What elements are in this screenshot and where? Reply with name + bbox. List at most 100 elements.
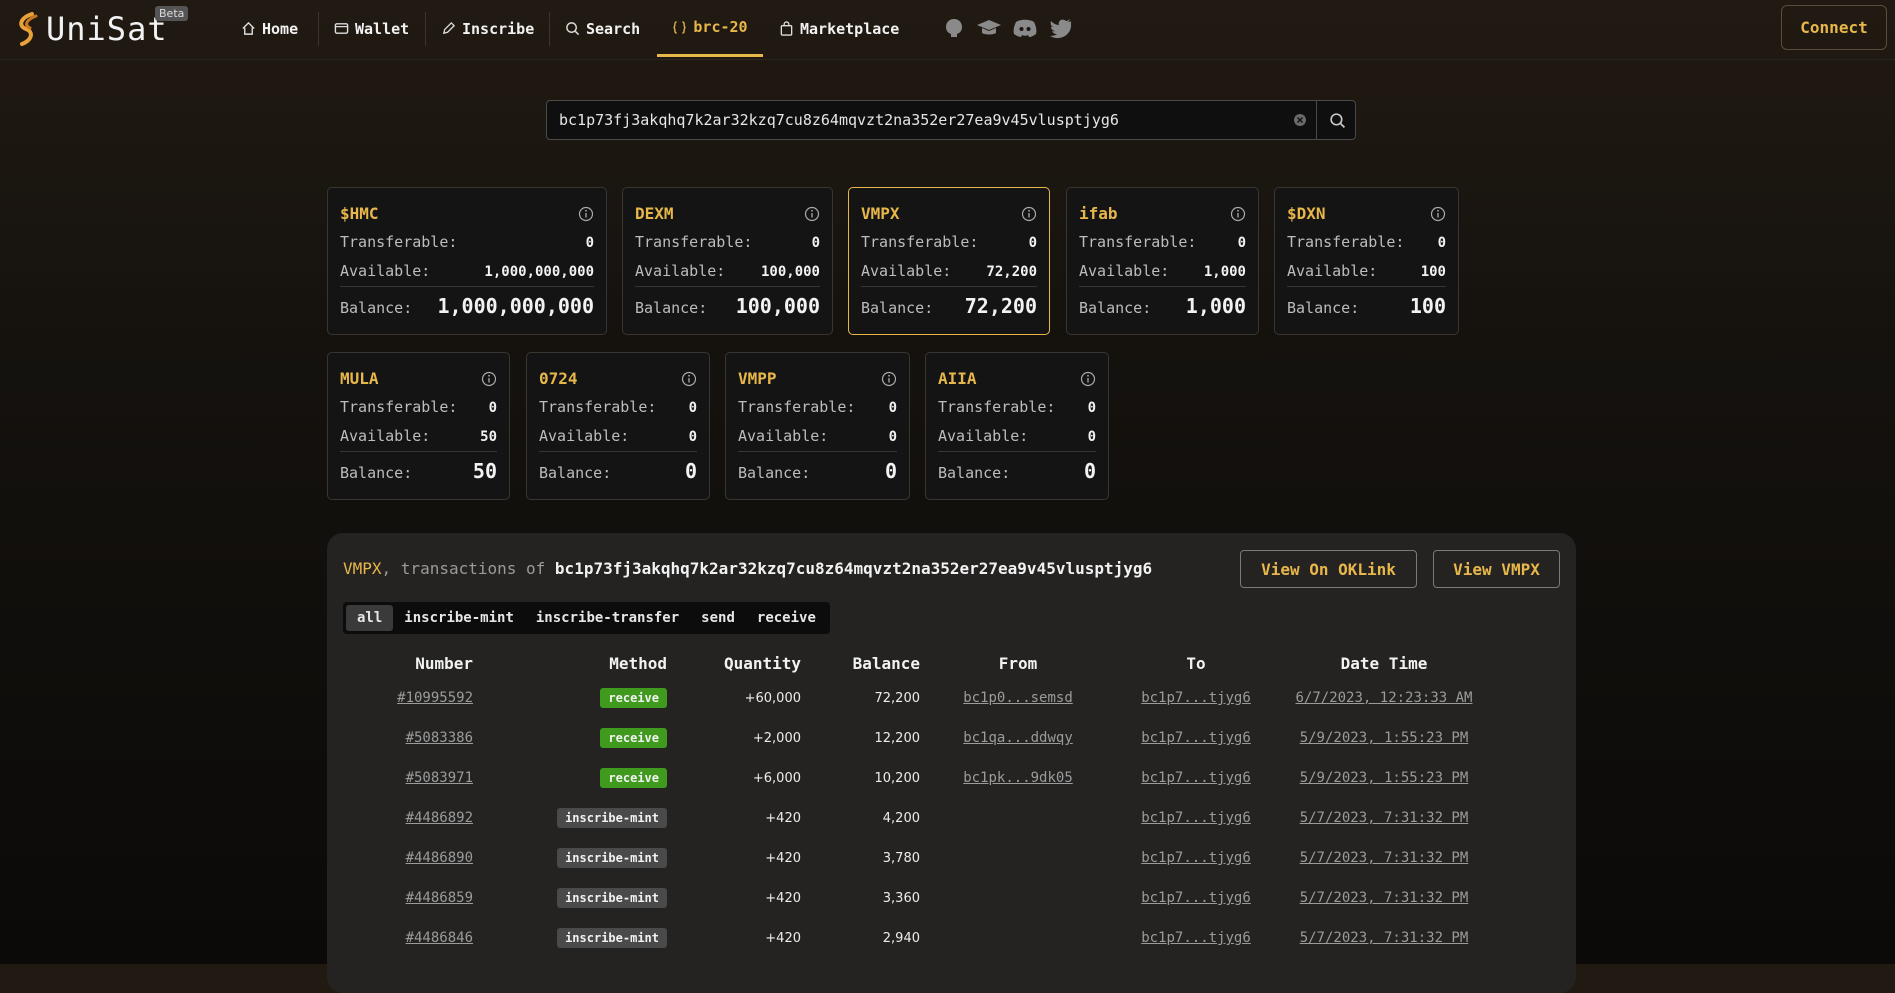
tx-from-cell[interactable] xyxy=(920,838,1116,878)
tx-number-link[interactable]: #5083971 xyxy=(406,770,473,786)
token-card[interactable]: ifab Transferable: 0 Available: 1,000 Ba… xyxy=(1066,187,1259,335)
tx-date-cell[interactable]: 5/7/2023, 7:31:32 PM xyxy=(1276,918,1492,958)
tx-date-link[interactable]: 6/7/2023, 12:23:33 AM xyxy=(1295,690,1472,706)
tx-number-cell[interactable]: #5083971 xyxy=(343,758,473,798)
tx-method-cell: inscribe-mint xyxy=(473,838,667,878)
info-icon[interactable] xyxy=(1430,206,1446,222)
tx-from-link[interactable]: bc1p0...semsd xyxy=(963,690,1073,706)
tx-date-link[interactable]: 5/9/2023, 1:55:23 PM xyxy=(1300,730,1469,746)
tx-to-cell[interactable]: bc1p7...tjyg6 xyxy=(1116,798,1276,838)
token-card[interactable]: AIIA Transferable: 0 Available: 0 Balanc… xyxy=(925,352,1109,500)
filter-inscribe-mint[interactable]: inscribe-mint xyxy=(393,605,525,631)
tx-date-link[interactable]: 5/7/2023, 7:31:32 PM xyxy=(1300,810,1469,826)
tx-date-link[interactable]: 5/7/2023, 7:31:32 PM xyxy=(1300,850,1469,866)
tx-number-link[interactable]: #5083386 xyxy=(406,730,473,746)
filter-send[interactable]: send xyxy=(690,605,746,631)
info-icon[interactable] xyxy=(481,371,497,387)
tx-to-link[interactable]: bc1p7...tjyg6 xyxy=(1141,930,1251,946)
tx-number-cell[interactable]: #10995592 xyxy=(343,678,473,718)
view-token-button[interactable]: View VMPX xyxy=(1433,550,1560,588)
github-icon[interactable] xyxy=(942,16,966,40)
tx-date-cell[interactable]: 5/7/2023, 7:31:32 PM xyxy=(1276,878,1492,918)
tx-number-link[interactable]: #4486859 xyxy=(406,890,473,906)
nav-home[interactable]: Home xyxy=(241,0,298,57)
search-submit-button[interactable] xyxy=(1316,100,1357,140)
tx-date-cell[interactable]: 5/9/2023, 1:55:23 PM xyxy=(1276,718,1492,758)
tx-to-cell[interactable]: bc1p7...tjyg6 xyxy=(1116,758,1276,798)
tx-to-cell[interactable]: bc1p7...tjyg6 xyxy=(1116,718,1276,758)
info-icon[interactable] xyxy=(578,206,594,222)
tx-number-link[interactable]: #10995592 xyxy=(397,690,473,706)
tx-date-cell[interactable]: 6/7/2023, 12:23:33 AM xyxy=(1276,678,1492,718)
search-input[interactable] xyxy=(547,101,1317,139)
method-badge: inscribe-mint xyxy=(557,888,667,908)
token-card[interactable]: VMPP Transferable: 0 Available: 0 Balanc… xyxy=(725,352,910,500)
info-icon[interactable] xyxy=(681,371,697,387)
tx-from-link[interactable]: bc1pk...9dk05 xyxy=(963,770,1073,786)
tx-from-cell[interactable] xyxy=(920,878,1116,918)
filter-receive[interactable]: receive xyxy=(746,605,827,631)
nav-home-label: Home xyxy=(262,19,299,38)
tx-number-link[interactable]: #4486890 xyxy=(406,850,473,866)
discord-icon[interactable] xyxy=(1012,16,1038,40)
tx-number-cell[interactable]: #5083386 xyxy=(343,718,473,758)
info-icon[interactable] xyxy=(1080,371,1096,387)
nav-brc20[interactable]: brc-20 xyxy=(657,0,763,57)
tx-date-cell[interactable]: 5/9/2023, 1:55:23 PM xyxy=(1276,758,1492,798)
token-card[interactable]: MULA Transferable: 0 Available: 50 Balan… xyxy=(327,352,510,500)
tx-to-link[interactable]: bc1p7...tjyg6 xyxy=(1141,730,1251,746)
token-card[interactable]: $DXN Transferable: 0 Available: 100 Bala… xyxy=(1274,187,1459,335)
tx-to-link[interactable]: bc1p7...tjyg6 xyxy=(1141,810,1251,826)
tx-date-link[interactable]: 5/9/2023, 1:55:23 PM xyxy=(1300,770,1469,786)
tx-to-link[interactable]: bc1p7...tjyg6 xyxy=(1141,770,1251,786)
connect-button[interactable]: Connect xyxy=(1781,5,1887,50)
tx-from-cell[interactable]: bc1p0...semsd xyxy=(920,678,1116,718)
info-icon[interactable] xyxy=(1230,206,1246,222)
nav-search[interactable]: Search xyxy=(565,0,640,57)
tx-number-cell[interactable]: #4486859 xyxy=(343,878,473,918)
twitter-icon[interactable] xyxy=(1049,16,1073,40)
tx-from-link[interactable]: bc1qa...ddwqy xyxy=(963,730,1073,746)
academy-icon[interactable] xyxy=(976,16,1002,40)
tx-number-cell[interactable]: #4486846 xyxy=(343,918,473,958)
tx-to-cell[interactable]: bc1p7...tjyg6 xyxy=(1116,678,1276,718)
nav-wallet[interactable]: Wallet xyxy=(334,0,409,57)
filter-all[interactable]: all xyxy=(346,605,394,631)
token-card[interactable]: VMPX Transferable: 0 Available: 72,200 B… xyxy=(848,187,1050,335)
filter-inscribe-transfer[interactable]: inscribe-transfer xyxy=(525,605,690,631)
tx-number-cell[interactable]: #4486890 xyxy=(343,838,473,878)
info-icon[interactable] xyxy=(804,206,820,222)
token-card[interactable]: 0724 Transferable: 0 Available: 0 Balanc… xyxy=(526,352,710,500)
available-row: Available: 0 xyxy=(738,427,897,445)
tx-to-cell[interactable]: bc1p7...tjyg6 xyxy=(1116,918,1276,958)
token-card[interactable]: $HMC Transferable: 0 Available: 1,000,00… xyxy=(327,187,607,335)
tx-date-cell[interactable]: 5/7/2023, 7:31:32 PM xyxy=(1276,798,1492,838)
tx-number-link[interactable]: #4486846 xyxy=(406,930,473,946)
info-icon[interactable] xyxy=(881,371,897,387)
tx-number-cell[interactable]: #4486892 xyxy=(343,798,473,838)
tx-from-cell[interactable]: bc1pk...9dk05 xyxy=(920,758,1116,798)
info-icon[interactable] xyxy=(1021,206,1037,222)
tx-to-link[interactable]: bc1p7...tjyg6 xyxy=(1141,890,1251,906)
tx-number-link[interactable]: #4486892 xyxy=(406,810,473,826)
tx-from-cell[interactable] xyxy=(920,918,1116,958)
transferable-value: 0 xyxy=(1237,235,1246,251)
tx-date-cell[interactable]: 5/7/2023, 7:31:32 PM xyxy=(1276,838,1492,878)
col-number: Number xyxy=(415,653,473,673)
logo[interactable]: UniSat xyxy=(14,10,168,48)
nav-inscribe[interactable]: Inscribe xyxy=(441,0,534,57)
tx-to-cell[interactable]: bc1p7...tjyg6 xyxy=(1116,878,1276,918)
clear-icon[interactable] xyxy=(1293,113,1307,127)
nav-marketplace[interactable]: Marketplace xyxy=(779,0,899,57)
method-badge: inscribe-mint xyxy=(557,808,667,828)
tx-to-link[interactable]: bc1p7...tjyg6 xyxy=(1141,850,1251,866)
token-card[interactable]: DEXM Transferable: 0 Available: 100,000 … xyxy=(622,187,833,335)
tx-to-cell[interactable]: bc1p7...tjyg6 xyxy=(1116,838,1276,878)
tx-date-link[interactable]: 5/7/2023, 7:31:32 PM xyxy=(1300,930,1469,946)
tx-from-cell[interactable]: bc1qa...ddwqy xyxy=(920,718,1116,758)
available-value: 72,200 xyxy=(986,264,1037,280)
tx-to-link[interactable]: bc1p7...tjyg6 xyxy=(1141,690,1251,706)
tx-date-link[interactable]: 5/7/2023, 7:31:32 PM xyxy=(1300,890,1469,906)
tx-from-cell[interactable] xyxy=(920,798,1116,838)
view-oklink-button[interactable]: View On OKLink xyxy=(1240,550,1417,588)
